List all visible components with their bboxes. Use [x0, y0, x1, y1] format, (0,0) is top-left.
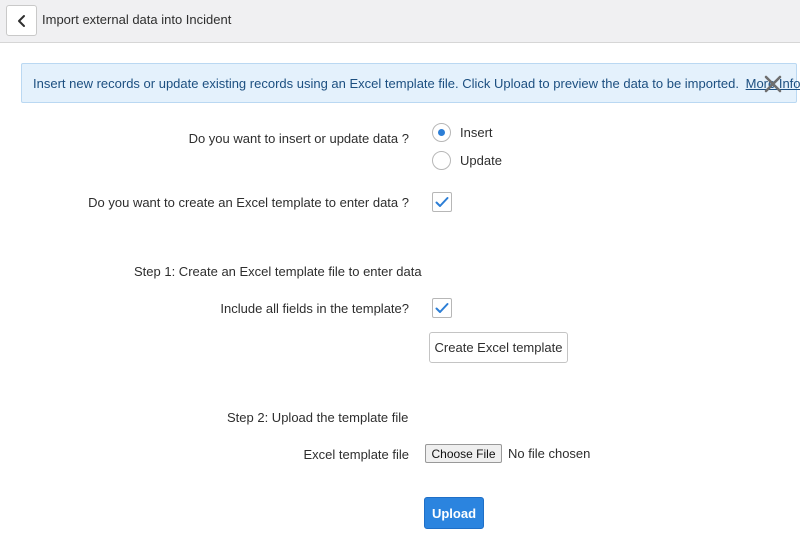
info-banner: Insert new records or update existing re… [21, 63, 800, 103]
file-status-text: No file chosen [508, 446, 591, 461]
choose-file-button[interactable]: Choose File [425, 444, 502, 463]
radio-insert[interactable] [432, 123, 451, 142]
step-2-label: Step 2: Upload the template file [227, 410, 409, 425]
page-title: Import external data into Incident [42, 12, 232, 27]
banner-text-container: Insert new records or update existing re… [33, 76, 800, 91]
include-all-fields-checkbox[interactable] [432, 298, 452, 318]
insert-update-question: Do you want to insert or update data ? [188, 131, 409, 146]
include-all-fields-label: Include all fields in the template? [220, 301, 409, 316]
radio-update[interactable] [432, 151, 451, 170]
close-icon[interactable] [763, 74, 783, 94]
checkmark-icon [435, 197, 449, 207]
page-header: Import external data into Incident [0, 0, 800, 43]
checkmark-icon [435, 303, 449, 313]
back-button[interactable] [6, 5, 37, 36]
banner-message: Insert new records or update existing re… [33, 76, 739, 91]
upload-button[interactable]: Upload [424, 497, 484, 529]
template-file-label: Excel template file [303, 447, 410, 462]
create-template-checkbox[interactable] [432, 192, 452, 212]
radio-update-label: Update [460, 153, 502, 168]
step-1-label: Step 1: Create an Excel template file to… [134, 264, 422, 279]
create-excel-template-button[interactable]: Create Excel template [429, 332, 568, 363]
chevron-left-icon [17, 14, 25, 27]
radio-insert-label: Insert [460, 125, 493, 140]
create-template-question: Do you want to create an Excel template … [88, 195, 409, 210]
